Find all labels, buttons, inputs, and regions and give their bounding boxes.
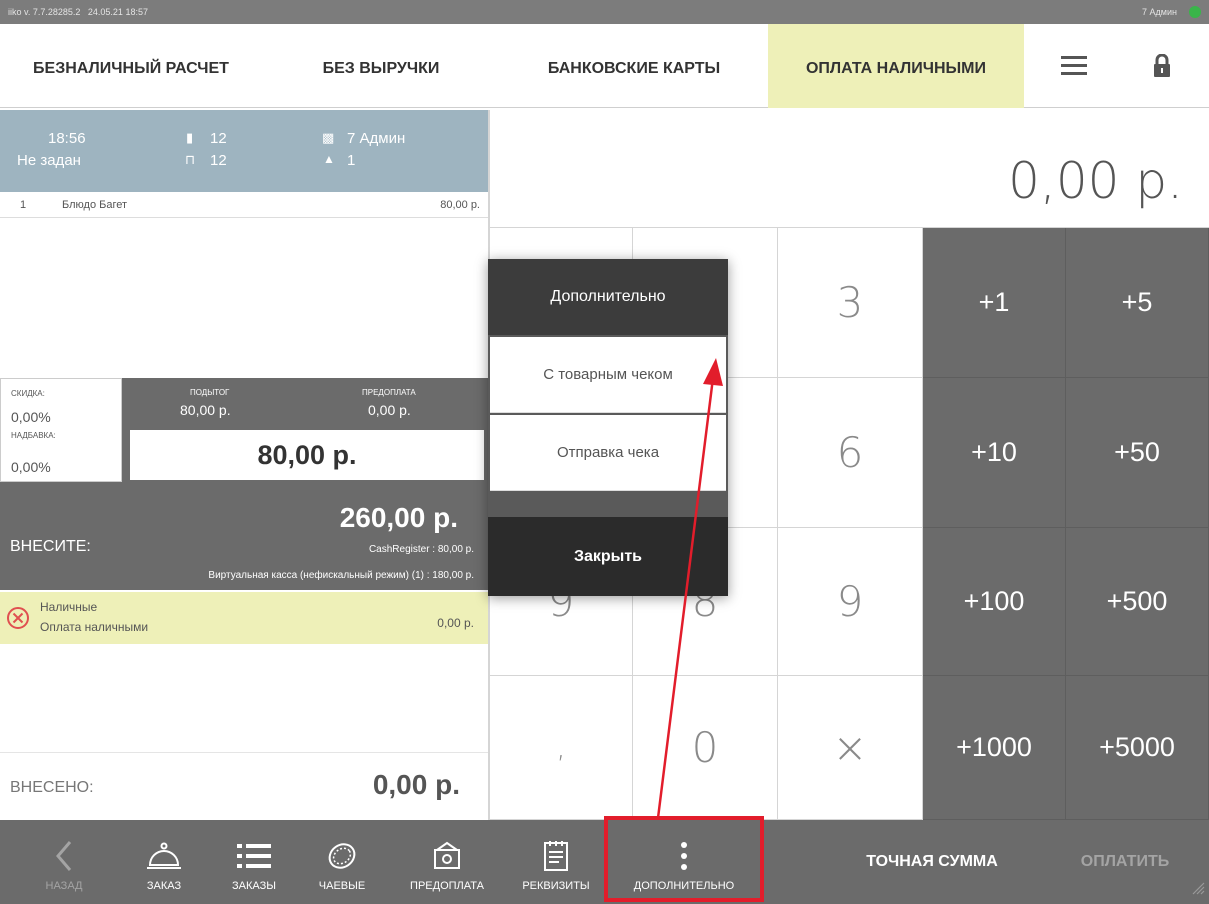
order-button[interactable]: ЗАКАЗ <box>132 820 196 904</box>
totals-panel: СКИДКА: 0,00% НАДБАВКА: 0,00% ПОДЫТОГ 80… <box>0 378 488 482</box>
quick-plus-5000[interactable]: +5000 <box>1066 676 1209 820</box>
quick-plus-5[interactable]: +5 <box>1066 228 1209 378</box>
menu-icon[interactable] <box>1044 24 1104 108</box>
resize-grip-icon <box>1191 881 1205 900</box>
tab-cash-payment[interactable]: ОПЛАТА НАЛИЧНЫМИ <box>768 24 1024 108</box>
payment-type-tabs: БЕЗНАЛИЧНЫЙ РАСЧЕТ БЕЗ ВЫРУЧКИ БАНКОВСКИ… <box>0 24 1209 108</box>
send-receipt-option[interactable]: Отправка чека <box>490 415 726 491</box>
payment-amount: 0,00 р. <box>437 616 474 630</box>
payment-type: Наличные <box>40 600 98 614</box>
coin-icon <box>326 836 358 876</box>
status-bar: iiko v. 7.7.28285.2 24.05.21 18:57 7 Адм… <box>0 0 1209 24</box>
annotation-highlight-box <box>604 816 764 902</box>
quick-plus-100[interactable]: +100 <box>923 528 1066 676</box>
orders-label: ЗАКАЗЫ <box>232 880 276 892</box>
exact-amount-button[interactable]: ТОЧНАЯ СУММА <box>838 820 1026 904</box>
document-icon <box>543 836 569 876</box>
discount-value: 0,00% <box>11 409 51 425</box>
due-label: ВНЕСИТЕ: <box>10 538 91 555</box>
payment-subtitle: Оплата наличными <box>40 620 149 634</box>
dialog-title: Дополнительно <box>488 259 728 335</box>
details-label: РЕКВИЗИТЫ <box>522 880 590 892</box>
status-version: iiko v. 7.7.28285.2 24.05.21 18:57 <box>8 7 148 17</box>
order-header: 18:56 Не задан ▮ 12 ⊓ 12 ▩ 7 Админ ▲ 1 <box>0 110 488 192</box>
paid-amount: 0,00 р. <box>372 769 460 800</box>
with-goods-receipt-option[interactable]: С товарным чеком <box>490 337 726 413</box>
cash-register-icon <box>431 836 463 876</box>
quick-plus-50[interactable]: +50 <box>1066 378 1209 528</box>
tab-bank-cards[interactable]: БАНКОВСКИЕ КАРТЫ <box>500 24 768 108</box>
prepay-button[interactable]: ПРЕДОПЛАТА <box>396 820 498 904</box>
payment-row[interactable]: Наличные Оплата наличными 0,00 р. <box>0 592 488 644</box>
prepay-label: ПРЕДОПЛАТА <box>362 388 416 397</box>
discount-label: СКИДКА: <box>11 389 45 398</box>
key-comma[interactable]: , <box>490 676 633 820</box>
order-customer: Не задан <box>17 152 81 169</box>
item-price: 80,00 р. <box>440 199 480 211</box>
online-indicator-icon <box>1189 6 1201 18</box>
orders-button[interactable]: ЗАКАЗЫ <box>220 820 288 904</box>
surcharge-value: 0,00% <box>11 459 51 475</box>
key-clear[interactable]: × <box>778 676 923 820</box>
quick-plus-10[interactable]: +10 <box>923 378 1066 528</box>
due-panel: ВНЕСИТЕ: 260,00 р. CashRegister : 80,00 … <box>0 482 488 590</box>
back-button[interactable]: НАЗАД <box>30 820 98 904</box>
status-user: 7 Админ <box>1142 7 1177 17</box>
section-number: 12 <box>210 152 227 169</box>
surcharge-label: НАДБАВКА: <box>11 431 56 440</box>
subtotal-label: ПОДЫТОГ <box>190 388 230 397</box>
key-6[interactable]: 6 <box>778 378 923 528</box>
discount-box[interactable]: СКИДКА: 0,00% НАДБАВКА: 0,00% <box>0 378 122 482</box>
quick-plus-1000[interactable]: +1000 <box>923 676 1066 820</box>
table-number-icon: ▮ <box>186 130 194 145</box>
lock-icon[interactable] <box>1134 24 1190 108</box>
item-name: Блюдо Багет <box>62 199 128 211</box>
due-amount: 260,00 р. <box>339 502 458 533</box>
prepay-label-btn: ПРЕДОПЛАТА <box>410 880 484 892</box>
details-button[interactable]: РЕКВИЗИТЫ <box>510 820 602 904</box>
tab-cashless[interactable]: БЕЗНАЛИЧНЫЙ РАСЧЕТ <box>0 24 262 108</box>
subtotal-value: 80,00 р. <box>180 402 231 418</box>
tips-button[interactable]: ЧАЕВЫЕ <box>310 820 374 904</box>
prepay-value: 0,00 р. <box>368 402 411 418</box>
order-item-row[interactable]: 1 Блюдо Багет 80,00 р. <box>0 192 488 218</box>
key-0[interactable]: 0 <box>633 676 778 820</box>
order-total: 80,00 р. <box>130 430 484 480</box>
section-icon: ⊓ <box>185 152 196 167</box>
cloche-icon <box>146 836 182 876</box>
order-label: ЗАКАЗ <box>146 880 182 892</box>
quick-plus-1[interactable]: +1 <box>923 228 1066 378</box>
tips-label: ЧАЕВЫЕ <box>318 880 366 892</box>
guests-count: 1 <box>347 152 356 169</box>
quick-plus-500[interactable]: +500 <box>1066 528 1209 676</box>
more-options-dialog: Дополнительно С товарным чеком Отправка … <box>488 259 728 596</box>
entered-amount: 0,00 р. <box>1008 152 1183 210</box>
remove-payment-icon[interactable] <box>6 606 30 633</box>
waiter-icon: ▩ <box>322 130 335 145</box>
close-dialog-button[interactable]: Закрыть <box>488 517 728 596</box>
waiter-name: 7 Админ <box>347 130 406 147</box>
due-line-2: Виртуальная касса (нефискальный режим) (… <box>208 570 474 581</box>
key-3[interactable]: 3 <box>778 228 923 378</box>
item-number: 1 <box>20 199 27 211</box>
order-time: 18:56 <box>48 130 86 147</box>
table-number: 12 <box>210 130 227 147</box>
tab-no-revenue[interactable]: БЕЗ ВЫРУЧКИ <box>262 24 500 108</box>
key-9[interactable]: 9 <box>778 528 923 676</box>
paid-row: ВНЕСЕНО: 0,00 р. <box>0 752 488 820</box>
pay-button[interactable]: ОПЛАТИТЬ <box>1054 820 1196 904</box>
guests-icon: ▲ <box>323 152 335 166</box>
paid-label: ВНЕСЕНО: <box>10 779 94 796</box>
amount-display: 0,00 р. <box>490 110 1209 228</box>
due-line-1: CashRegister : 80,00 р. <box>368 544 474 555</box>
list-icon <box>237 836 271 876</box>
back-label: НАЗАД <box>45 880 83 892</box>
chevron-left-icon <box>55 836 73 876</box>
